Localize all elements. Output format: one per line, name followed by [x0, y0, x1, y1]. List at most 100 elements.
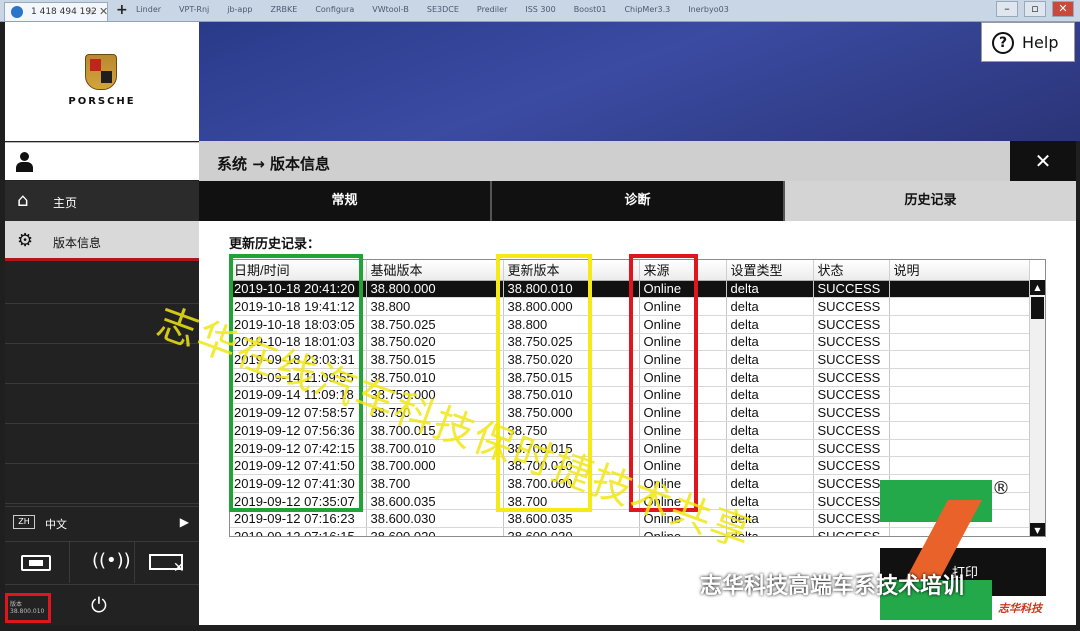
column-header-description[interactable]: 说明 — [889, 260, 1030, 281]
wechat-icon — [668, 578, 692, 596]
cell-status: SUCCESS — [813, 509, 890, 529]
close-button[interactable]: ✕ — [1010, 141, 1076, 181]
porsche-crest-icon — [85, 54, 117, 90]
cell-setup-type: delta — [726, 333, 814, 352]
wechat-caption-text: 志华科技高端车系技术培训 — [700, 574, 965, 599]
cell-status: SUCCESS — [813, 297, 890, 316]
version-value: 38.800.010 — [10, 608, 45, 615]
scroll-down-icon[interactable]: ▼ — [1030, 523, 1045, 536]
bookmark-item[interactable]: ISS 300 — [525, 5, 555, 17]
cell-base-version: 38.800.000 — [366, 280, 504, 299]
cell-description — [889, 368, 1030, 387]
window-close-button[interactable]: ✕ — [1052, 1, 1074, 17]
sidebar-item-label: 版本信息 — [53, 236, 102, 250]
sidebar-item-home[interactable]: ⌂ 主页 — [5, 181, 199, 221]
power-icon[interactable]: ⏻ — [91, 593, 107, 617]
gear-icon: ⚙ — [17, 230, 34, 251]
cell-description — [889, 403, 1030, 422]
cell-setup-type: delta — [726, 439, 814, 458]
sidebar-footer: 版本 38.800.010 ⏻ — [5, 584, 199, 625]
bookmark-item[interactable]: Boost01 — [574, 5, 607, 17]
bookmark-item[interactable]: VWtool-B — [372, 5, 409, 17]
cell-description — [889, 350, 1030, 369]
bookmark-item[interactable]: Configura — [315, 5, 354, 17]
cell-status: SUCCESS — [813, 350, 890, 369]
battery-icon — [21, 555, 51, 571]
wifi-status[interactable]: ((•)) — [70, 542, 135, 583]
cell-status: SUCCESS — [813, 280, 890, 299]
browser-tab[interactable]: 1 418 494 192 ☆ ✕ — [4, 2, 108, 21]
bookmark-item[interactable]: jb-app — [227, 5, 252, 17]
version-indicator: 版本 38.800.010 — [5, 593, 51, 623]
bookmark-item[interactable]: VPT-Rnj — [179, 5, 209, 17]
cell-base-version: 38.700 — [366, 474, 504, 493]
cell-status: SUCCESS — [813, 492, 890, 511]
cell-description — [889, 386, 1030, 405]
wifi-icon: ((•)) — [92, 550, 131, 571]
bookmarks-bar: Linder VPT-Rnj jb-app ZRBKE Configura VWtool-… — [136, 5, 840, 17]
user-button[interactable] — [5, 142, 199, 180]
cell-date: 2019-09-12 07:16:23 — [230, 509, 367, 529]
cell-date: 2019-09-12 07:16:15 — [230, 527, 367, 536]
tab-history[interactable]: 历史记录 — [785, 181, 1076, 221]
chevron-right-icon: ▶ — [179, 515, 189, 529]
bookmark-item[interactable]: Inerbyo03 — [688, 5, 729, 17]
star-icon[interactable]: ☆ — [85, 5, 95, 18]
registered-mark: ® — [992, 478, 1010, 499]
window-controls: – ▫ ✕ — [996, 1, 1074, 17]
bookmark-item[interactable]: ZRBKE — [270, 5, 297, 17]
section-title: 更新历史记录： — [229, 237, 321, 252]
cell-base-version: 38.800 — [366, 297, 504, 316]
tab-general[interactable]: 常规 — [199, 181, 492, 221]
cell-setup-type: delta — [726, 386, 814, 405]
vertical-scrollbar[interactable]: ▲ ▼ — [1029, 280, 1045, 536]
cell-setup-type: delta — [726, 280, 814, 299]
sidebar-item-version-info[interactable]: ⚙ 版本信息 — [5, 221, 199, 261]
cell-setup-type: delta — [726, 421, 814, 440]
version-label: 版本 — [10, 601, 23, 608]
logo-script-text: 志华科技 — [998, 602, 1042, 615]
cell-status: SUCCESS — [813, 333, 890, 352]
column-header-base-version[interactable]: 基础版本 — [366, 260, 504, 281]
column-header-setup-type[interactable]: 设置类型 — [726, 260, 814, 281]
porsche-logo: PORSCHE — [5, 22, 199, 141]
cell-description — [889, 315, 1030, 334]
scroll-thumb[interactable] — [1031, 297, 1044, 319]
cell-base-version: 38.600.035 — [366, 492, 504, 511]
cell-description — [889, 439, 1030, 458]
minimize-button[interactable]: – — [996, 1, 1018, 17]
bookmark-item[interactable]: ChipMer3.3 — [624, 5, 670, 17]
disconnected-icon: ✕ — [173, 560, 185, 576]
bookmark-item[interactable]: SE3DCE — [427, 5, 459, 17]
cell-base-version: 38.750.020 — [366, 333, 504, 352]
teamviewer-icon — [11, 6, 23, 18]
maximize-button[interactable]: ▫ — [1024, 1, 1046, 17]
bookmark-item[interactable]: Linder — [136, 5, 161, 17]
scroll-up-icon[interactable]: ▲ — [1030, 280, 1045, 295]
help-label: Help — [1022, 33, 1059, 52]
question-icon: ? — [992, 32, 1014, 54]
language-selector[interactable]: ZH 中文 ▶ — [5, 506, 199, 538]
status-bar: ((•)) ✕ — [5, 541, 199, 583]
wechat-caption: 志华科技高端车系技术培训 — [668, 568, 964, 600]
column-header-status[interactable]: 状态 — [813, 260, 890, 281]
bookmark-item[interactable]: Prediler — [477, 5, 507, 17]
vci-status[interactable]: ✕ — [135, 542, 199, 583]
cell-update-version: 38.600.030 — [503, 527, 640, 536]
page-title: 系统 → 版本信息 — [217, 155, 331, 173]
cell-description — [889, 456, 1030, 476]
cell-setup-type: delta — [726, 474, 814, 493]
header-banner — [199, 22, 1080, 141]
battery-status[interactable] — [5, 542, 70, 583]
cell-base-version: 38.600.030 — [366, 509, 504, 529]
help-button[interactable]: ? Help — [981, 22, 1075, 62]
close-icon[interactable]: ✕ — [99, 5, 108, 18]
tab-diagnosis[interactable]: 诊断 — [492, 181, 785, 221]
cell-setup-type: delta — [726, 456, 814, 476]
user-icon — [15, 152, 33, 172]
cell-setup-type: delta — [726, 350, 814, 369]
language-label: 中文 — [45, 518, 67, 531]
new-tab-button[interactable]: + — [116, 2, 128, 18]
cell-setup-type: delta — [726, 403, 814, 422]
cell-status: SUCCESS — [813, 421, 890, 440]
